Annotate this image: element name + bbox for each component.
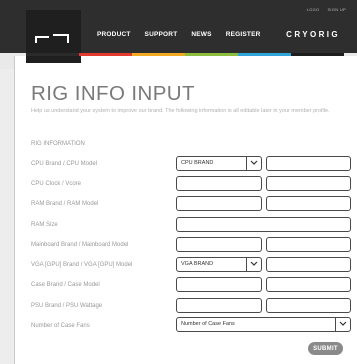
top-links: LOGO SIGN UP xyxy=(307,7,346,12)
select-value: VGA BRAND xyxy=(181,261,214,267)
psu-label: PSU Brand / PSU Wattage xyxy=(31,303,103,309)
color-segment xyxy=(238,53,291,56)
ram-size-label: RAM Size xyxy=(31,222,58,228)
section-heading: RIG INFORMATION xyxy=(31,141,85,147)
login-link[interactable]: LOGO xyxy=(307,7,320,12)
chevron-down-icon[interactable] xyxy=(246,157,261,170)
cpu-model-input[interactable] xyxy=(266,156,351,171)
case-brand-input[interactable] xyxy=(176,277,262,292)
cpu-clock-input[interactable] xyxy=(176,176,262,191)
case-fans-select[interactable]: Number of Case Fans xyxy=(176,317,351,332)
color-segment xyxy=(79,53,132,56)
ram-brand-input[interactable] xyxy=(176,196,262,211)
select-value: Number of Case Fans xyxy=(181,321,235,327)
color-segment xyxy=(26,53,79,56)
brand-wordmark: CRYORIG xyxy=(286,30,340,39)
mainboard-brand-input[interactable] xyxy=(176,237,262,252)
psu-wattage-input[interactable] xyxy=(266,298,351,313)
chevron-down-icon[interactable] xyxy=(246,258,261,271)
vcore-input[interactable] xyxy=(266,176,351,191)
page-title: RIG INFO INPUT xyxy=(31,82,195,105)
cryorig-logo-icon xyxy=(35,34,69,43)
color-bar xyxy=(26,53,344,56)
case-label: Case Brand / Case Model xyxy=(31,282,100,288)
color-segment xyxy=(185,53,238,56)
vga-model-input[interactable] xyxy=(266,257,351,272)
ram-size-input[interactable] xyxy=(176,217,351,232)
mainboard-model-input[interactable] xyxy=(266,237,351,252)
mainboard-label: Mainboard Brand / Mainboard Model xyxy=(31,242,129,248)
cpu-brand-label: CPU Brand / CPU Model xyxy=(31,161,98,167)
vga-brand-label: VGA [GPU] Brand / VGA [GPU] Model xyxy=(31,262,133,268)
psu-brand-input[interactable] xyxy=(176,298,262,313)
cpu-clock-label: CPU Clock / Vcore xyxy=(31,181,82,187)
page: LOGO SIGN UP PRODUCT SUPPORT NEWS REGIST… xyxy=(0,0,357,364)
nav-register[interactable]: REGISTER xyxy=(226,31,261,38)
rig-info-form: RIG INFO INPUT Help us understand your s… xyxy=(14,56,357,364)
select-value: CPU BRAND xyxy=(181,160,214,166)
nav-product[interactable]: PRODUCT xyxy=(97,31,131,38)
case-model-input[interactable] xyxy=(266,277,351,292)
signup-link[interactable]: SIGN UP xyxy=(327,7,346,12)
nav-news[interactable]: NEWS xyxy=(191,31,211,38)
color-segment xyxy=(291,53,344,56)
submit-button[interactable]: SUBMIT xyxy=(308,342,343,355)
chevron-down-icon[interactable] xyxy=(335,318,350,331)
ram-brand-label: RAM Brand / RAM Model xyxy=(31,201,99,207)
color-segment xyxy=(132,53,185,56)
nav-support[interactable]: SUPPORT xyxy=(145,31,178,38)
page-subtitle: Help us understand your system to improv… xyxy=(31,108,330,114)
vga-brand-select[interactable]: VGA BRAND xyxy=(176,257,262,272)
cpu-brand-select[interactable]: CPU BRAND xyxy=(176,156,262,171)
case-fans-label: Number of Case Fans xyxy=(31,323,90,329)
ram-model-input[interactable] xyxy=(266,196,351,211)
main-nav: PRODUCT SUPPORT NEWS REGISTER xyxy=(97,31,275,38)
